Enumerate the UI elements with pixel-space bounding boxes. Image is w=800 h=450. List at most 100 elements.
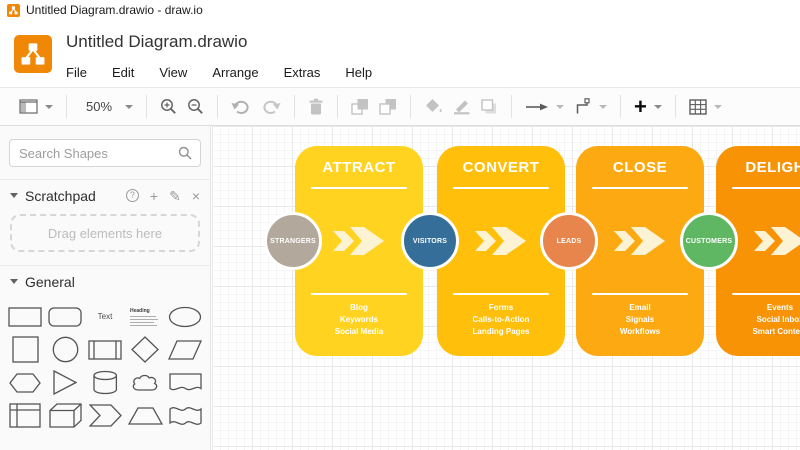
shape-document[interactable] bbox=[165, 366, 205, 399]
edit-pencil-icon[interactable]: ✎ bbox=[169, 189, 181, 203]
to-front-button[interactable] bbox=[346, 93, 374, 121]
arrow-right-icon bbox=[525, 102, 549, 112]
shape-diamond[interactable] bbox=[125, 333, 165, 366]
toolbar-divider bbox=[217, 95, 218, 118]
stage-divider bbox=[732, 293, 800, 295]
stage-tactic: Blog bbox=[299, 302, 419, 314]
arrow-icon bbox=[752, 224, 800, 258]
window-title-bar: Untitled Diagram.drawio - draw.io bbox=[0, 0, 800, 20]
persona-customers[interactable]: CUSTOMERS bbox=[680, 212, 738, 270]
to-back-button[interactable] bbox=[374, 93, 402, 121]
send-to-back-icon bbox=[379, 98, 397, 115]
menubar: File Edit View Arrange Extras Help bbox=[66, 65, 372, 80]
plus-icon: + bbox=[634, 96, 647, 118]
stage-tactic: Email bbox=[580, 302, 700, 314]
zoom-out-button[interactable] bbox=[182, 93, 209, 121]
stage-tactic: Smart Content bbox=[720, 326, 800, 338]
table-button[interactable] bbox=[684, 93, 727, 121]
persona-leads[interactable]: LEADS bbox=[540, 212, 598, 270]
shape-hexagon[interactable] bbox=[5, 366, 45, 399]
scratchpad-hint: Drag elements here bbox=[48, 226, 162, 241]
zoom-level-dropdown[interactable]: 50% bbox=[75, 93, 138, 121]
chevron-down-icon bbox=[45, 105, 53, 109]
menu-edit[interactable]: Edit bbox=[112, 65, 134, 80]
bring-to-front-icon bbox=[351, 98, 369, 115]
insert-button[interactable]: + bbox=[629, 93, 667, 121]
collapse-arrow-icon bbox=[10, 279, 18, 284]
line-color-button[interactable] bbox=[448, 93, 476, 121]
stage-tactic: Forms bbox=[441, 302, 561, 314]
connector-elbow-icon bbox=[574, 98, 592, 115]
stage-divider bbox=[453, 293, 549, 295]
scratchpad-drop-zone[interactable]: Drag elements here bbox=[10, 214, 200, 252]
shape-heading-textbox[interactable]: Heading bbox=[125, 300, 165, 333]
scratchpad-header[interactable]: Scratchpad ? + ✎ × bbox=[0, 180, 210, 211]
menu-help[interactable]: Help bbox=[345, 65, 372, 80]
shape-circle[interactable] bbox=[45, 333, 85, 366]
shape-trapezoid[interactable] bbox=[125, 399, 165, 432]
close-icon[interactable]: × bbox=[192, 189, 200, 203]
undo-button[interactable] bbox=[226, 93, 256, 121]
pen-icon bbox=[453, 98, 471, 115]
stage-tactic: Events bbox=[720, 302, 800, 314]
add-icon[interactable]: + bbox=[150, 189, 158, 203]
shape-triangle[interactable] bbox=[45, 366, 85, 399]
stage-tactic: Social Inbox bbox=[720, 314, 800, 326]
shape-parallelogram[interactable] bbox=[165, 333, 205, 366]
drawio-logo-icon bbox=[14, 35, 52, 73]
menu-extras[interactable]: Extras bbox=[284, 65, 321, 80]
diagram-canvas[interactable]: ATTRACT Blog Keywords Social Media CONVE… bbox=[212, 126, 800, 450]
shape-step[interactable] bbox=[85, 399, 125, 432]
redo-button[interactable] bbox=[256, 93, 286, 121]
chevron-down-icon bbox=[654, 105, 662, 109]
shape-rectangle[interactable] bbox=[5, 300, 45, 333]
persona-visitors[interactable]: VISITORS bbox=[401, 212, 459, 270]
stage-tactics: Blog Keywords Social Media bbox=[299, 302, 419, 338]
trash-icon bbox=[308, 98, 324, 116]
shape-rounded-rectangle[interactable] bbox=[45, 300, 85, 333]
shape-palette: Text Heading bbox=[0, 297, 210, 432]
search-icon bbox=[178, 146, 192, 165]
scratchpad-actions: ? + ✎ × bbox=[126, 189, 200, 203]
toolbar-divider bbox=[146, 95, 147, 118]
general-label: General bbox=[25, 274, 75, 290]
menu-view[interactable]: View bbox=[159, 65, 187, 80]
search-shapes-row bbox=[0, 126, 210, 180]
shape-process[interactable] bbox=[85, 333, 125, 366]
stage-divider bbox=[732, 187, 800, 189]
help-icon[interactable]: ? bbox=[126, 189, 139, 202]
search-shapes-input[interactable] bbox=[9, 139, 201, 167]
shape-square[interactable] bbox=[5, 333, 45, 366]
general-section-header[interactable]: General bbox=[0, 266, 210, 297]
stage-divider bbox=[592, 187, 688, 189]
toolbar-divider bbox=[337, 95, 338, 118]
arrow-icon bbox=[612, 224, 668, 258]
shadow-button[interactable] bbox=[476, 93, 503, 121]
stage-divider bbox=[592, 293, 688, 295]
shape-internal-storage[interactable] bbox=[5, 399, 45, 432]
scratchpad-label: Scratchpad bbox=[25, 188, 96, 204]
fill-color-button[interactable] bbox=[419, 93, 448, 121]
shadow-icon bbox=[481, 99, 498, 115]
stage-tactic: Calls-to-Action bbox=[441, 314, 561, 326]
shape-cube[interactable] bbox=[45, 399, 85, 432]
zoom-in-button[interactable] bbox=[155, 93, 182, 121]
waypoint-style-button[interactable] bbox=[569, 93, 612, 121]
zoom-level-value: 50% bbox=[80, 99, 118, 114]
delete-button[interactable] bbox=[303, 93, 329, 121]
shape-cylinder[interactable] bbox=[85, 366, 125, 399]
shape-ellipse[interactable] bbox=[165, 300, 205, 333]
shape-tape[interactable] bbox=[165, 399, 205, 432]
shape-cloud[interactable] bbox=[125, 366, 165, 399]
connection-style-button[interactable] bbox=[520, 93, 569, 121]
stage-title: ATTRACT bbox=[295, 159, 423, 176]
shape-text[interactable]: Text bbox=[85, 300, 125, 333]
zoom-out-icon bbox=[187, 98, 204, 115]
persona-strangers[interactable]: STRANGERS bbox=[264, 212, 322, 270]
chevron-down-icon bbox=[714, 105, 722, 109]
menu-file[interactable]: File bbox=[66, 65, 87, 80]
view-panels-button[interactable] bbox=[14, 93, 58, 121]
drawio-app: Untitled Diagram.drawio - draw.io Untitl… bbox=[0, 0, 800, 450]
panel-layout-icon bbox=[19, 99, 38, 114]
menu-arrange[interactable]: Arrange bbox=[212, 65, 258, 80]
